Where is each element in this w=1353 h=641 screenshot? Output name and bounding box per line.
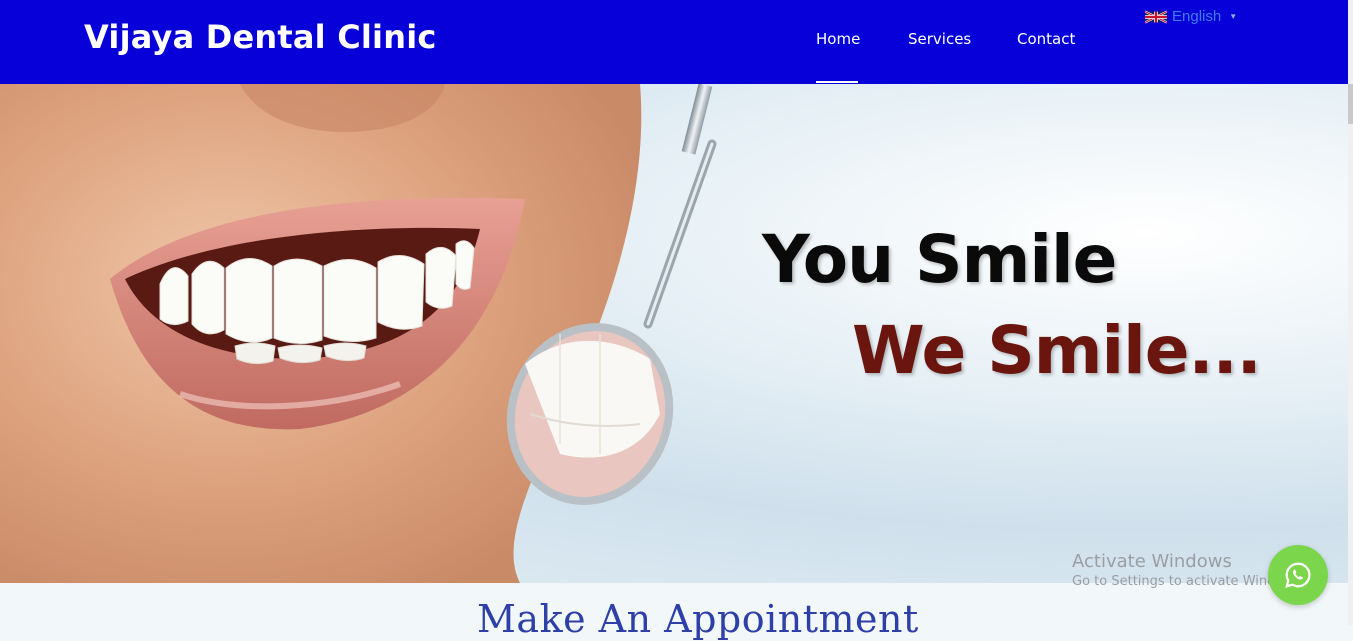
chevron-down-icon: ▼ xyxy=(1229,12,1238,21)
site-header: Vijaya Dental Clinic Home Services Conta… xyxy=(0,0,1348,84)
hero-headline-line1: You Smile xyxy=(762,221,1117,298)
nav-home[interactable]: Home xyxy=(816,30,860,48)
uk-flag-icon xyxy=(1145,10,1167,23)
whatsapp-icon xyxy=(1285,562,1311,588)
hero-headline-line2: We Smile... xyxy=(852,312,1262,389)
whatsapp-button[interactable] xyxy=(1268,545,1328,605)
nav-active-indicator xyxy=(816,81,858,83)
activate-subtitle: Go to Settings to activate Wind xyxy=(1072,574,1276,589)
nav-contact[interactable]: Contact xyxy=(1017,30,1075,48)
page-scrollbar[interactable] xyxy=(1348,0,1353,625)
nav-services[interactable]: Services xyxy=(908,30,971,48)
hero-banner: You Smile We Smile... xyxy=(0,84,1348,583)
appointment-title: Make An Appointment xyxy=(477,597,919,641)
language-selector[interactable]: English ▼ xyxy=(1145,8,1237,25)
site-brand[interactable]: Vijaya Dental Clinic xyxy=(84,18,437,56)
language-label: English xyxy=(1172,8,1222,25)
activate-title: Activate Windows xyxy=(1072,551,1232,572)
scrollbar-thumb[interactable] xyxy=(1348,84,1353,124)
activate-windows-watermark: Activate Windows Go to Settings to activ… xyxy=(1072,551,1275,589)
